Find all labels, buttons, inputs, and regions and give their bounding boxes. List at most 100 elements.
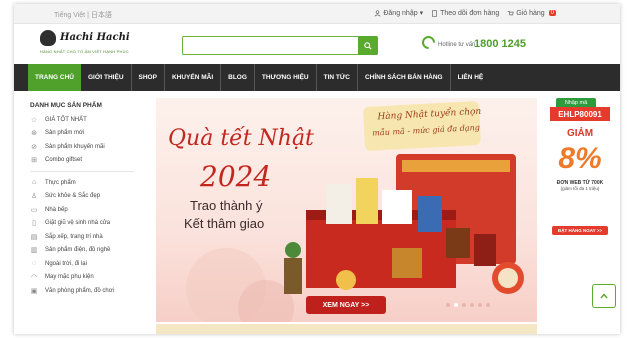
category-item[interactable]: ▤ Sắp xếp, trang trí nhà <box>24 230 142 244</box>
category-group-departments: ⌂ Thực phẩm ♙ Sức khỏe & Sắc đẹp ▭ Nhà bếp ▯ Gi… <box>24 176 142 298</box>
slider-dots[interactable] <box>446 303 490 307</box>
search-button[interactable] <box>358 36 378 55</box>
search-icon <box>364 41 372 50</box>
phone-icon <box>419 33 438 52</box>
hotline-number: 1800 1245 <box>474 38 526 50</box>
track-order-label: Theo dõi đơn hàng <box>440 9 500 17</box>
language-switcher[interactable]: Tiếng Việt | 日本語 <box>54 10 112 20</box>
category-item-label: Ngoài trời, đi lại <box>45 260 87 267</box>
tag-icon: ⊘ <box>31 143 37 151</box>
category-item-label: GIÁ TỐT NHẤT <box>45 116 87 123</box>
category-item[interactable]: ▭ Nhà bếp <box>24 203 142 217</box>
clothing-icon: ◠ <box>30 274 38 282</box>
category-item[interactable]: ♙ Sức khỏe & Sắc đẹp <box>24 190 142 204</box>
promo-percent: 8% <box>558 142 602 175</box>
nav-item[interactable]: TRANG CHỦ <box>28 64 81 91</box>
gift-icon: ⊞ <box>31 157 37 165</box>
cart-count-badge: 0 <box>548 10 556 16</box>
cart-link[interactable]: Giỏ hàng 0 <box>507 10 556 17</box>
gift-basket-illustration <box>186 154 524 322</box>
category-sidebar: DANH MỤC SẢN PHẨM ☆ GIÁ TỐT NHẤT ⊛ Sản phẩm… <box>24 96 142 334</box>
category-item-label: Sản phẩm khuyến mãi <box>45 143 105 150</box>
slider-dot[interactable] <box>454 303 458 307</box>
nav-item[interactable]: THƯƠNG HIỆU <box>255 64 317 91</box>
category-item[interactable]: ◌ Ngoài trời, đi lại <box>24 257 142 271</box>
category-item-label: May mặc phụ kiện <box>45 274 94 281</box>
logo-tagline: HÀNG NHẬT CHO TỔ ẤM VIỆT HẠNH PHÚC <box>40 49 129 54</box>
promo-max: (giảm tối đa 1 triệu) <box>560 186 600 191</box>
category-group-featured: ☆ GIÁ TỐT NHẤT ⊛ Sản phẩm mới ⊘ Sản phẩm khuy… <box>24 113 142 167</box>
view-now-button[interactable]: XEM NGAY >> <box>306 296 386 314</box>
new-badge-icon: ⊛ <box>31 130 37 138</box>
clipboard-icon <box>432 9 438 17</box>
cart-label: Giỏ hàng <box>516 9 545 17</box>
star-icon: ☆ <box>30 116 38 124</box>
nav-item[interactable]: KHUYẾN MÃI <box>165 64 222 91</box>
nav-item[interactable]: GIỚI THIỆU <box>81 64 132 91</box>
kitchen-icon: ▭ <box>30 206 38 214</box>
promo-code-label: Nhập mã <box>556 98 596 107</box>
browser-page: Tiếng Việt | 日本語 Đăng nhập ▾ Theo dõi đơ… <box>14 4 620 334</box>
site-header: Hachi Hachi HÀNG NHẬT CHO TỔ ẤM VIỆT HẠN… <box>14 24 620 64</box>
logo-mark-icon <box>40 30 56 46</box>
login-link[interactable]: Đăng nhập ▾ <box>374 9 423 17</box>
laundry-icon: ▯ <box>32 220 36 228</box>
top-bar-actions: Đăng nhập ▾ Theo dõi đơn hàng Giỏ hàng 0 <box>374 9 556 17</box>
category-item-label: Combo giftset <box>45 157 83 164</box>
category-item-label: Sản phẩm mới <box>45 130 85 137</box>
scroll-to-top-button[interactable] <box>592 284 616 308</box>
nav-item[interactable]: BLOG <box>221 64 255 91</box>
search-input[interactable] <box>182 36 378 55</box>
slider-dot[interactable] <box>478 303 482 307</box>
chevron-down-icon: ▾ <box>419 10 424 17</box>
nav-item[interactable]: TIN TỨC <box>317 64 358 91</box>
main-nav: TRANG CHỦ GIỚI THIỆU SHOP KHUYẾN MÃI BLOG THƯ… <box>14 64 620 91</box>
slider-dot[interactable] <box>446 303 450 307</box>
health-icon: ♙ <box>30 193 38 201</box>
promo-code: EHLP80091 <box>550 107 610 121</box>
category-item[interactable]: ⌂ Thực phẩm <box>24 176 142 190</box>
category-item[interactable]: ⊛ Sản phẩm mới <box>24 127 142 141</box>
logo[interactable]: Hachi Hachi HÀNG NHẬT CHO TỔ ẤM VIỆT HẠN… <box>40 30 130 58</box>
slider-dot[interactable] <box>486 303 490 307</box>
top-bar: Tiếng Việt | 日本語 Đăng nhập ▾ Theo dõi đơ… <box>14 4 620 24</box>
nav-item[interactable]: CHÍNH SÁCH BÁN HÀNG <box>358 64 451 91</box>
hotline[interactable]: Hotline tư vấn 1800 1245 <box>419 33 542 56</box>
category-item[interactable]: ▥ Sản phẩm điện, đồ nghề <box>24 244 142 258</box>
slider-dot[interactable] <box>462 303 466 307</box>
category-item[interactable]: ⊞ Combo giftset <box>24 154 142 168</box>
category-item-label: Giặt giũ vệ sinh nhà cửa <box>45 220 111 227</box>
category-item-label: Nhà bếp <box>45 206 68 213</box>
outdoor-icon: ◌ <box>31 260 37 268</box>
hero-banner[interactable]: Hàng Nhật tuyển chọn mẫu mã - mức giá đa… <box>156 98 537 322</box>
category-item-label: Thực phẩm <box>45 179 76 186</box>
category-item-label: Sắp xếp, trang trí nhà <box>45 233 103 240</box>
decor-icon: ▤ <box>30 233 38 241</box>
next-banner-strip <box>156 324 537 334</box>
category-divider <box>30 171 134 172</box>
cart-icon <box>507 10 514 15</box>
nav-item[interactable]: SHOP <box>132 64 165 91</box>
category-item-label: Sức khỏe & Sắc đẹp <box>45 193 101 200</box>
electric-icon: ▥ <box>30 247 38 255</box>
stationery-icon: ▣ <box>30 287 38 295</box>
category-item-label: Sản phẩm điện, đồ nghề <box>45 247 111 254</box>
nav-list: TRANG CHỦ GIỚI THIỆU SHOP KHUYẾN MÃI BLOG THƯ… <box>14 64 620 91</box>
slider-dot[interactable] <box>470 303 474 307</box>
category-item-label: Văn phòng phẩm, đồ chơi <box>45 287 114 294</box>
category-item[interactable]: ⊘ Sản phẩm khuyến mãi <box>24 140 142 154</box>
category-item[interactable]: ▣ Văn phòng phẩm, đồ chơi <box>24 284 142 298</box>
track-order-link[interactable]: Theo dõi đơn hàng <box>431 10 499 17</box>
user-icon <box>374 9 381 17</box>
logo-name: Hachi Hachi <box>60 32 130 43</box>
promo-card[interactable]: Nhập mã EHLP80091 GIẢM 8% ĐƠN WEB TỪ 700… <box>550 98 614 246</box>
nav-item[interactable]: LIÊN HỆ <box>451 64 491 91</box>
food-icon: ⌂ <box>31 179 37 187</box>
order-now-button[interactable]: ĐẶT HÀNG NGAY >> <box>552 226 608 235</box>
category-item[interactable]: ▯ Giặt giũ vệ sinh nhà cửa <box>24 217 142 231</box>
chevron-up-icon <box>600 293 608 299</box>
hotline-label: Hotline tư vấn <box>438 42 476 48</box>
category-item[interactable]: ☆ GIÁ TỐT NHẤT <box>24 113 142 127</box>
category-heading: DANH MỤC SẢN PHẨM <box>30 102 102 109</box>
category-item[interactable]: ◠ May mặc phụ kiện <box>24 271 142 285</box>
